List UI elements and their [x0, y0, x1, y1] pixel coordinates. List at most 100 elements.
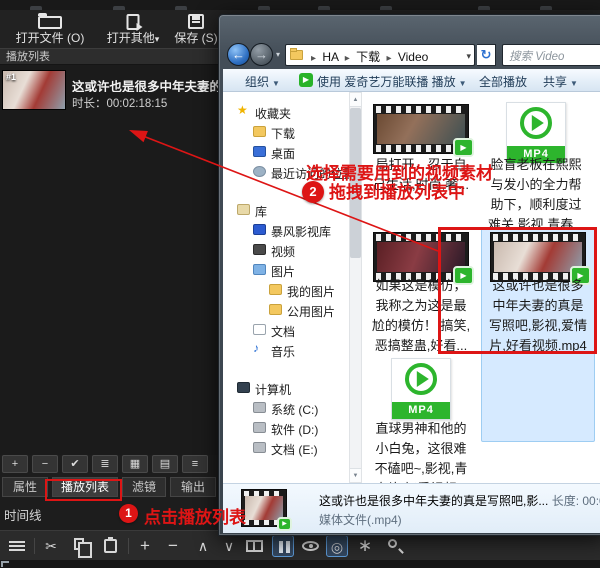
file-caption[interactable]: 脸盲老板在熙熙 与发小的全力帮 助下，顺利度过 难关,影视,青春...	[478, 155, 594, 235]
explorer-nav-row: ← → ▾ ▸ HA ▸ 下载 ▸ Video ▾ ↻ 搜索 Video	[219, 41, 600, 69]
more-button[interactable]: ≡	[182, 455, 208, 473]
remove-button[interactable]: −	[32, 455, 58, 473]
editor-top-strip	[0, 0, 600, 11]
breadcrumb-video[interactable]: Video	[398, 50, 428, 64]
scroll-up-icon[interactable]: ▲	[350, 93, 361, 107]
dropdown-icon: ▼	[272, 79, 280, 88]
details-thumbnail: ▶	[241, 489, 292, 531]
public-pictures-folder-icon	[269, 304, 282, 315]
track-button[interactable]	[244, 535, 266, 557]
drive-icon	[253, 402, 266, 413]
separator	[34, 538, 35, 554]
media-play-badge-icon: ▶	[277, 517, 292, 531]
copy-button[interactable]	[70, 535, 92, 558]
crumb-separator-icon: ▸	[386, 53, 392, 64]
check-button[interactable]: ✔	[62, 455, 88, 473]
annotation-step1-badge: 1	[119, 504, 138, 523]
pause-toggle[interactable]	[272, 535, 294, 557]
organize-menu[interactable]: 组织 ▼	[245, 73, 280, 90]
open-folder-icon	[38, 13, 62, 29]
annotation-box-selected-file	[438, 227, 597, 354]
play-triangle-icon	[531, 115, 544, 131]
search-placeholder: 搜索 Video	[509, 51, 565, 63]
open-other-button[interactable]: 打开其他▾	[100, 10, 166, 48]
open-file-label: 打开文件 (O)	[15, 31, 85, 45]
dropdown-icon: ▼	[570, 79, 578, 88]
play-all-button[interactable]: 全部播放	[479, 73, 527, 90]
playlist-item-title: 这或许也是很多中年夫妻的真是写照吧,影视,爱情片,好看视频.mp4	[72, 80, 218, 92]
details-pane: ▶ 这或许也是很多中年夫妻的真是写照吧,影... 长度: 00:02: 媒体文件…	[223, 483, 600, 533]
annotation-step2-line2: 拖拽到播放列表中	[329, 183, 465, 202]
share-menu[interactable]: 共享 ▼	[543, 73, 578, 90]
move-up-button[interactable]: ∧	[192, 535, 214, 557]
recent-places-icon	[253, 166, 266, 177]
player-green-icon: ▶	[299, 73, 313, 87]
file-caption[interactable]: 直球男神和他的 小白兔，这很难 不磕吧~,影视,青 春片,好看视频...	[363, 419, 479, 483]
address-dropdown-icon[interactable]: ▾	[466, 51, 471, 62]
playlist-item-thumbnail: #1	[2, 70, 66, 110]
paste-button[interactable]	[100, 535, 122, 557]
crumb-separator-icon: ▸	[311, 53, 317, 64]
zoom-tool-button[interactable]	[384, 535, 406, 557]
eye-icon	[302, 541, 319, 551]
back-button[interactable]: ←	[227, 43, 250, 66]
details-file-name: 这或许也是很多中年夫妻的真是写照吧,影...	[319, 494, 549, 508]
tab-filters[interactable]: 滤镜	[122, 477, 166, 497]
effects-button[interactable]: ∗	[354, 535, 376, 557]
add-button[interactable]: +	[2, 455, 28, 473]
refresh-button[interactable]: ↻	[477, 44, 496, 66]
details-file-type: 媒体文件(.mp4)	[319, 513, 402, 527]
document-plus-icon	[126, 14, 143, 31]
zoom-in-button[interactable]: +	[134, 535, 156, 557]
details-length: 长度: 00:02:	[551, 494, 600, 508]
grid-view-button[interactable]: ▦	[122, 455, 148, 473]
history-caret-icon[interactable]: ▾	[276, 50, 280, 59]
timeline-area[interactable]	[0, 560, 600, 568]
move-down-button[interactable]: ∨	[218, 535, 240, 557]
video-frame	[245, 496, 283, 520]
forward-button[interactable]: →	[250, 43, 273, 66]
playlist-item[interactable]: #1 这或许也是很多中年夫妻的真是写照吧,影视,爱情片,好看视频.mp4 时长：…	[0, 68, 218, 114]
share-label: 共享	[543, 75, 568, 89]
dropdown-icon: ▼	[458, 79, 467, 88]
screenshot-stage: 打开文件 (O) 打开其他▾ 保存 (S) 播放列表 #1 这或许也是很多中年夫…	[0, 0, 600, 568]
search-box[interactable]: 搜索 Video	[502, 44, 600, 66]
hamburger-icon	[9, 541, 25, 543]
my-pictures-folder-icon	[269, 284, 282, 295]
separator	[128, 538, 129, 554]
cut-button[interactable]: ✂	[40, 535, 62, 557]
scroll-down-icon[interactable]: ▼	[350, 468, 361, 482]
menu-icon[interactable]	[6, 535, 28, 557]
desktop-icon	[253, 146, 266, 157]
library-icon	[237, 204, 250, 215]
breadcrumb-ha[interactable]: HA	[322, 50, 338, 64]
playlist-item-index: #1	[6, 72, 17, 82]
breadcrumb-downloads[interactable]: 下载	[356, 50, 380, 64]
open-file-button[interactable]: 打开文件 (O)	[4, 10, 96, 48]
organize-label: 组织	[245, 75, 270, 89]
tab-output[interactable]: 输出	[170, 477, 216, 497]
explorer-command-bar: 组织 ▼ ▶ 使用 爱奇艺万能联播 播放 ▼ 全部播放 共享 ▼	[223, 69, 600, 92]
play-triangle-icon	[416, 371, 429, 387]
file-thumbnail-mp4[interactable]: MP4	[391, 358, 451, 420]
storm-library-icon	[253, 224, 266, 235]
timeline-label: 时间线	[4, 509, 42, 523]
address-bar[interactable]: ▸ HA ▸ 下载 ▸ Video ▾	[285, 44, 475, 66]
pause-icon	[279, 541, 283, 553]
music-note-icon: ♪	[253, 341, 259, 355]
caret-down-icon: ▾	[154, 34, 160, 44]
zoom-out-button[interactable]: −	[162, 535, 184, 557]
detail-view-button[interactable]: ▤	[152, 455, 178, 473]
tab-properties[interactable]: 属性	[2, 477, 48, 497]
sidebar-scrollbar[interactable]: ▲ ▼	[349, 92, 362, 483]
preview-button[interactable]	[300, 535, 322, 557]
play-with-menu[interactable]: 使用 爱奇艺万能联播 播放 ▼	[317, 73, 467, 90]
copy-icon	[74, 538, 92, 558]
list-view-button[interactable]: ≣	[92, 455, 118, 473]
playlist-panel-header: 播放列表	[0, 48, 218, 65]
paste-icon	[104, 537, 117, 553]
save-button[interactable]: 保存 (S)	[170, 10, 222, 48]
record-toggle[interactable]: ◎	[326, 535, 348, 557]
file-thumbnail-filmstrip[interactable]: ▶	[373, 104, 474, 157]
drive-icon	[253, 442, 266, 453]
